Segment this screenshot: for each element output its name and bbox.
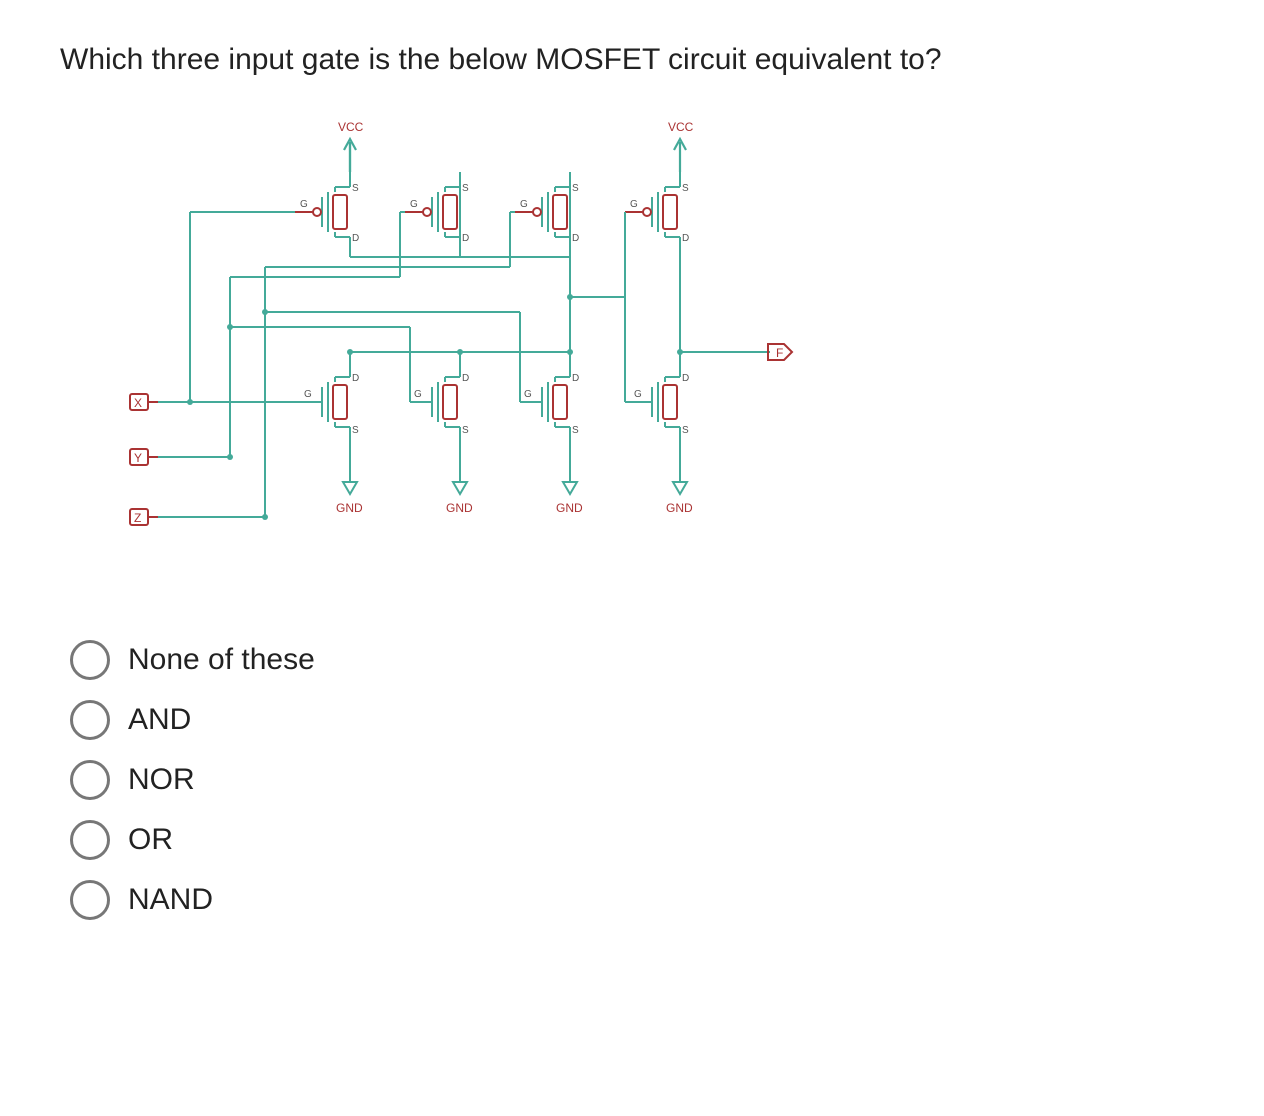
svg-text:Z: Z xyxy=(134,511,141,525)
option-label: NOR xyxy=(128,763,195,797)
radio-icon xyxy=(70,640,110,680)
svg-text:S: S xyxy=(462,425,469,436)
svg-text:Y: Y xyxy=(134,451,142,465)
vcc-label-1: VCC xyxy=(338,120,364,134)
svg-text:G: G xyxy=(634,389,642,400)
svg-text:D: D xyxy=(682,233,689,244)
gnd-label-2: GND xyxy=(446,501,473,515)
svg-text:D: D xyxy=(682,373,689,384)
svg-text:X: X xyxy=(134,396,142,410)
circuit-diagram: VCC VCC xyxy=(100,117,1160,592)
svg-text:S: S xyxy=(682,425,689,436)
svg-text:D: D xyxy=(462,233,469,244)
svg-text:D: D xyxy=(352,233,359,244)
svg-text:G: G xyxy=(414,389,422,400)
radio-icon xyxy=(70,820,110,860)
svg-text:G: G xyxy=(304,389,312,400)
option-none[interactable]: None of these xyxy=(70,640,1160,680)
svg-text:F: F xyxy=(776,346,783,360)
radio-icon xyxy=(70,700,110,740)
svg-text:G: G xyxy=(300,199,308,210)
svg-text:D: D xyxy=(352,373,359,384)
svg-text:G: G xyxy=(410,199,418,210)
input-z-pin: Z xyxy=(130,509,158,525)
gnd-label-3: GND xyxy=(556,501,583,515)
radio-icon xyxy=(70,760,110,800)
nmos-2: D S G xyxy=(410,373,469,436)
nmos-1: D S G xyxy=(300,373,359,436)
svg-text:S: S xyxy=(572,183,579,194)
gnd-label-4: GND xyxy=(666,501,693,515)
option-label: None of these xyxy=(128,643,315,677)
svg-text:S: S xyxy=(572,425,579,436)
vcc-label-2: VCC xyxy=(668,120,694,134)
svg-text:G: G xyxy=(524,389,532,400)
option-or[interactable]: OR xyxy=(70,820,1160,860)
output-f-pin: F xyxy=(768,344,792,360)
option-and[interactable]: AND xyxy=(70,700,1160,740)
svg-text:S: S xyxy=(462,183,469,194)
option-nor[interactable]: NOR xyxy=(70,760,1160,800)
radio-icon xyxy=(70,880,110,920)
svg-text:S: S xyxy=(682,183,689,194)
nmos-4: D S G xyxy=(630,373,689,436)
svg-text:D: D xyxy=(462,373,469,384)
svg-text:S: S xyxy=(352,425,359,436)
option-label: NAND xyxy=(128,883,213,917)
gnd-label-1: GND xyxy=(336,501,363,515)
input-y-pin: Y xyxy=(130,449,158,465)
svg-text:D: D xyxy=(572,373,579,384)
pmos-1: S D G xyxy=(295,172,359,244)
question-text: Which three input gate is the below MOSF… xyxy=(60,40,1160,81)
pmos-4: S D G xyxy=(625,172,689,244)
svg-text:G: G xyxy=(630,199,638,210)
nmos-3: D S G xyxy=(520,373,579,436)
option-label: OR xyxy=(128,823,173,857)
svg-text:S: S xyxy=(352,183,359,194)
option-nand[interactable]: NAND xyxy=(70,880,1160,920)
input-x-pin: X xyxy=(130,394,158,410)
svg-text:G: G xyxy=(520,199,528,210)
options-group: None of these AND NOR OR NAND xyxy=(70,640,1160,920)
option-label: AND xyxy=(128,703,191,737)
svg-text:D: D xyxy=(572,233,579,244)
